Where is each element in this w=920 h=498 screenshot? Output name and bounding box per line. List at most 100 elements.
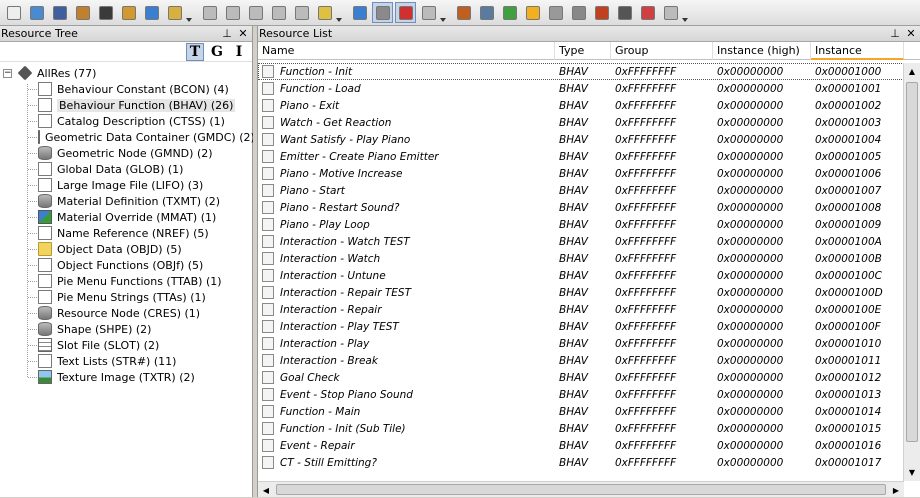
save-button[interactable]	[49, 2, 70, 23]
table-row[interactable]: CT - Still Emitting? BHAV 0xFFFFFFFF 0x0000…	[258, 454, 904, 471]
tree-item[interactable]: Behaviour Function (BHAV) (26)	[0, 97, 252, 113]
note-icon	[317, 5, 332, 20]
note-button[interactable]	[314, 2, 335, 23]
pin-icon[interactable]: ⊥	[220, 27, 234, 40]
delete-button[interactable]	[395, 2, 416, 23]
refresh-button[interactable]	[349, 2, 370, 23]
table-row[interactable]: Interaction - Break BHAV 0xFFFFFFFF 0x00000…	[258, 352, 904, 369]
table-row[interactable]: Event - Stop Piano Sound BHAV 0xFFFFFFFF 0x…	[258, 386, 904, 403]
scroll-left-icon[interactable]: ◀	[258, 482, 274, 498]
horizontal-scroll-thumb[interactable]	[276, 484, 886, 495]
tree-item[interactable]: Behaviour Constant (BCON) (4)	[0, 81, 252, 97]
user-button[interactable]	[660, 2, 681, 23]
copy-button[interactable]	[222, 2, 243, 23]
table-row[interactable]: Interaction - Repair TEST BHAV 0xFFFFFFFF 0…	[258, 284, 904, 301]
tree-item[interactable]: Geometric Node (GMND) (2)	[0, 145, 252, 161]
tree-item[interactable]: Object Data (OBJD) (5)	[0, 241, 252, 257]
tools-button[interactable]	[568, 2, 589, 23]
clipboard-button[interactable]	[164, 2, 185, 23]
table-row[interactable]: Piano - Start BHAV 0xFFFFFFFF 0x00000000 0x0…	[258, 182, 904, 199]
close-icon[interactable]: ✕	[904, 27, 918, 40]
tree-item[interactable]: Name Reference (NREF) (5)	[0, 225, 252, 241]
scroll-up-icon[interactable]: ▲	[904, 63, 920, 80]
save-as-button[interactable]	[72, 2, 93, 23]
tree-item[interactable]: Slot File (SLOT) (2)	[0, 337, 252, 353]
table-row[interactable]: Interaction - Play TEST BHAV 0xFFFFFFFF 0x0…	[258, 318, 904, 335]
table-row[interactable]: Function - Init (Sub Tile) BHAV 0xFFFFFFFF…	[258, 420, 904, 437]
table-row[interactable]: Function - Main BHAV 0xFFFFFFFF 0x00000000 0…	[258, 403, 904, 420]
new-file-button[interactable]	[3, 2, 24, 23]
collapse-icon[interactable]: −	[3, 68, 12, 78]
document-button[interactable]	[545, 2, 566, 23]
eraser-button[interactable]	[418, 2, 439, 23]
tree-item[interactable]: Pie Menu Functions (TTAB) (1)	[0, 273, 252, 289]
vertical-scroll-thumb[interactable]	[906, 82, 918, 442]
scroll-down-icon[interactable]: ▼	[904, 464, 920, 481]
table-row[interactable]: Goal Check BHAV 0xFFFFFFFF 0x00000000 0x0000…	[258, 369, 904, 386]
tree-item[interactable]: Large Image File (LIFO) (3)	[0, 177, 252, 193]
cell-group: 0xFFFFFFFF	[615, 354, 677, 367]
column-header-instance-high[interactable]: Instance (high)	[713, 42, 811, 60]
table-row[interactable]: Interaction - Watch TEST BHAV 0xFFFFFFFF 0x…	[258, 233, 904, 250]
table-row[interactable]: Function - Load BHAV 0xFFFFFFFF 0x00000000 0…	[258, 80, 904, 97]
users-button[interactable]	[637, 2, 658, 23]
table-row[interactable]: Want Satisfy - Play Piano BHAV 0xFFFFFFFF 0…	[258, 131, 904, 148]
tree-item[interactable]: Resource Node (CRES) (1)	[0, 305, 252, 321]
cut-button[interactable]	[245, 2, 266, 23]
scroll-right-icon[interactable]: ▶	[888, 482, 904, 498]
table-row[interactable]: Event - Repair BHAV 0xFFFFFFFF 0x00000000 0x…	[258, 437, 904, 454]
table-row[interactable]: Interaction - Untune BHAV 0xFFFFFFFF 0x0000…	[258, 267, 904, 284]
tree-item[interactable]: Global Data (GLOB) (1)	[0, 161, 252, 177]
column-header-name[interactable]: Name	[258, 42, 555, 60]
camera-button[interactable]	[614, 2, 635, 23]
table-row[interactable]: Piano - Play Loop BHAV 0xFFFFFFFF 0x0000000…	[258, 216, 904, 233]
open-folder-button[interactable]	[26, 2, 47, 23]
settings-button[interactable]	[141, 2, 162, 23]
table-row[interactable]: Interaction - Repair BHAV 0xFFFFFFFF 0x0000…	[258, 301, 904, 318]
toolbar-overflow-icon[interactable]	[336, 4, 342, 22]
paste-button[interactable]	[199, 2, 220, 23]
instance-toggle-button[interactable]: I	[230, 43, 248, 61]
vertical-scrollbar[interactable]: ▲ ▼	[903, 63, 920, 481]
tree-item[interactable]: Pie Menu Strings (TTAs) (1)	[0, 289, 252, 305]
package-button[interactable]	[453, 2, 474, 23]
toolbar-overflow-icon[interactable]	[682, 4, 688, 22]
tree-item[interactable]: Object Functions (OBJf) (5)	[0, 257, 252, 273]
tree-item[interactable]: Catalog Description (CTSS) (1)	[0, 113, 252, 129]
tree-item[interactable]: Shape (SHPE) (2)	[0, 321, 252, 337]
pin-icon[interactable]: ⊥	[888, 27, 902, 40]
table-row[interactable]: Interaction - Watch BHAV 0xFFFFFFFF 0x00000…	[258, 250, 904, 267]
hex-view-button[interactable]	[372, 2, 393, 23]
type-toggle-button[interactable]: T	[186, 42, 204, 61]
table-row[interactable]: Piano - Motive Increase BHAV 0xFFFFFFFF 0x0…	[258, 165, 904, 182]
tree-item[interactable]: Geometric Data Container (GMDC) (2)	[0, 129, 255, 145]
comment-button[interactable]	[268, 2, 289, 23]
scan-button[interactable]	[476, 2, 497, 23]
table-row[interactable]: Interaction - Play BHAV 0xFFFFFFFF 0x000000…	[258, 335, 904, 352]
toolbar-overflow-icon[interactable]	[186, 4, 192, 22]
wrench-button[interactable]	[591, 2, 612, 23]
plugins-button[interactable]	[118, 2, 139, 23]
column-header-instance[interactable]: Instance	[811, 42, 904, 60]
table-row[interactable]: Watch - Get Reaction BHAV 0xFFFFFFFF 0x0000…	[258, 114, 904, 131]
tree-item[interactable]: Material Definition (TXMT) (2)	[0, 193, 252, 209]
tree-item[interactable]: Texture Image (TXTR) (2)	[0, 369, 252, 385]
close-icon[interactable]: ✕	[236, 27, 250, 40]
table-row[interactable]: Emitter - Create Piano Emitter BHAV 0xFFFF…	[258, 148, 904, 165]
puzzle-button[interactable]	[499, 2, 520, 23]
close-button[interactable]	[95, 2, 116, 23]
object-button[interactable]	[522, 2, 543, 23]
tree-item[interactable]: Text Lists (STR#) (11)	[0, 353, 252, 369]
group-toggle-button[interactable]: G	[208, 43, 226, 61]
table-row[interactable]: Function - Init BHAV 0xFFFFFFFF 0x00000000 0…	[258, 63, 904, 80]
text-button[interactable]	[291, 2, 312, 23]
table-row[interactable]: Piano - Exit BHAV 0xFFFFFFFF 0x00000000 0x00…	[258, 97, 904, 114]
tree-item[interactable]: Material Override (MMAT) (1)	[0, 209, 252, 225]
table-row[interactable]: Piano - Restart Sound? BHAV 0xFFFFFFFF 0x00…	[258, 199, 904, 216]
column-header-type[interactable]: Type	[555, 42, 611, 60]
column-header-group[interactable]: Group	[611, 42, 713, 60]
cell-name: Function - Load	[280, 82, 361, 95]
toolbar-overflow-icon[interactable]	[440, 4, 446, 22]
horizontal-scrollbar[interactable]: ◀ ▶	[258, 481, 904, 497]
tree-root[interactable]: − AllRes (77)	[0, 65, 252, 81]
